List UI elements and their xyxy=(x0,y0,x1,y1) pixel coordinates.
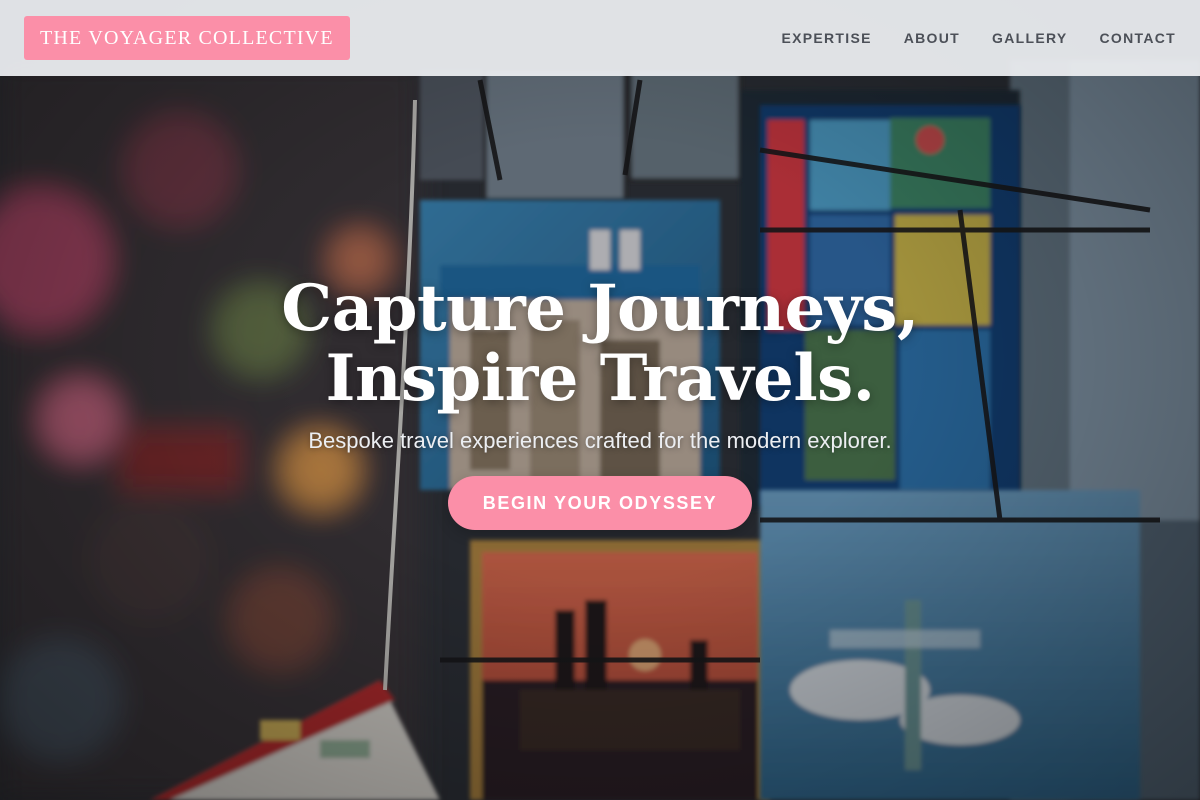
hero-title-line-2: Inspire Travels. xyxy=(325,341,875,416)
hero-subtitle: Bespoke travel experiences crafted for t… xyxy=(308,428,892,453)
top-navbar: THE VOYAGER COLLECTIVE EXPERTISE ABOUT G… xyxy=(0,0,1200,76)
hero-title-line-1: Capture Journeys, xyxy=(281,271,919,346)
nav-link-gallery[interactable]: GALLERY xyxy=(992,30,1067,46)
begin-odyssey-button[interactable]: BEGIN YOUR ODYSSEY xyxy=(448,476,752,530)
nav-link-contact[interactable]: CONTACT xyxy=(1100,30,1177,46)
nav-link-expertise[interactable]: EXPERTISE xyxy=(781,30,871,46)
nav-links: EXPERTISE ABOUT GALLERY CONTACT xyxy=(781,30,1176,46)
hero-content: Capture Journeys, Inspire Travels. Bespo… xyxy=(0,274,1200,530)
nav-link-about[interactable]: ABOUT xyxy=(904,30,960,46)
hero-title: Capture Journeys, Inspire Travels. xyxy=(0,274,1200,414)
brand-logo-button[interactable]: THE VOYAGER COLLECTIVE xyxy=(24,16,350,60)
